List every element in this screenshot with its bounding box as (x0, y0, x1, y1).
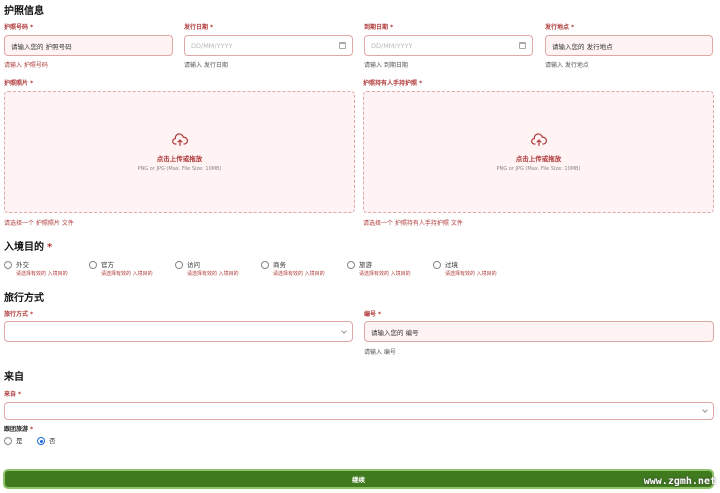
watermark: www.zgmh.net (643, 476, 716, 487)
purpose-option-transit[interactable]: 过境 请选择有效的 入境目的 (433, 259, 497, 277)
from-label: 来自 * (4, 391, 22, 398)
purpose-option-diplomatic[interactable]: 外交 请选择有效的 入境目的 (4, 259, 68, 277)
continue-button[interactable]: 继续 (3, 469, 714, 489)
travel-number-hint: 请输入 编号 (364, 349, 396, 356)
group-tour-no[interactable]: 否 (37, 435, 56, 447)
issue-place-input[interactable]: 请输入您的 发行地点 (545, 35, 713, 56)
expiry-date-hint: 请输入 到期日期 (364, 62, 408, 69)
issue-place-label: 发行地点 * (545, 24, 575, 31)
issue-place-hint: 请输入 发行地点 (545, 62, 589, 69)
passport-number-input[interactable]: 请输入您的 护照号码 (4, 35, 173, 56)
radio-button[interactable] (175, 261, 183, 269)
issue-date-hint: 请输入 发行日期 (184, 62, 228, 69)
group-tour-label: 跟团旅游 * (4, 426, 34, 433)
origin-section-title: 来自 (4, 372, 24, 383)
purpose-option-visit[interactable]: 访问 请选择有效的 入境目的 (175, 259, 239, 277)
passport-photo-dropzone[interactable]: 点击上传或拖放 PNG or JPG (Max. File Size: 10MB… (4, 91, 355, 213)
travel-mode-label: 旅行方式 * (4, 311, 34, 318)
holder-photo-label: 护照持有人手持护照 * (363, 80, 423, 87)
issue-date-label: 发行日期 * (184, 24, 214, 31)
passport-photo-hint: 请选择一个 护照照片 文件 (4, 220, 74, 227)
travel-section-title: 旅行方式 (4, 293, 44, 304)
purpose-section-title: 入境目的 * (4, 242, 53, 253)
holder-photo-dropzone[interactable]: 点击上传或拖放 PNG or JPG (Max. File Size: 10MB… (363, 91, 714, 213)
radio-button[interactable] (261, 261, 269, 269)
purpose-option-official[interactable]: 官方 请选择有效的 入境目的 (89, 259, 153, 277)
cloud-upload-icon (530, 132, 547, 146)
radio-button[interactable] (89, 261, 97, 269)
radio-button-checked[interactable] (37, 437, 45, 445)
purpose-option-tourism[interactable]: 旅游 请选择有效的 入境目的 (347, 259, 411, 277)
upload-text: 点击上传或拖放 (515, 154, 562, 163)
group-tour-yes[interactable]: 是 (4, 435, 23, 447)
chevron-down-icon[interactable] (341, 327, 347, 334)
issue-date-input[interactable]: DD/MM/YYYY (184, 35, 353, 56)
travel-number-input[interactable]: 请输入您的 编号 (364, 321, 714, 342)
calendar-icon[interactable] (339, 42, 346, 49)
cloud-upload-icon (171, 132, 188, 146)
radio-button[interactable] (347, 261, 355, 269)
radio-button[interactable] (433, 261, 441, 269)
travel-number-label: 编号 * (364, 311, 382, 318)
passport-number-label: 护照号码 * (4, 24, 34, 31)
upload-text: 点击上传或拖放 (156, 154, 203, 163)
purpose-option-business[interactable]: 商务 请选择有效的 入境目的 (261, 259, 325, 277)
travel-mode-select[interactable] (4, 321, 353, 342)
upload-subtext: PNG or JPG (Max. File Size: 10MB) (137, 165, 222, 172)
upload-subtext: PNG or JPG (Max. File Size: 10MB) (496, 165, 581, 172)
calendar-icon[interactable] (519, 42, 526, 49)
expiry-date-input[interactable]: DD/MM/YYYY (364, 35, 533, 56)
passport-number-hint: 请输入 护照号码 (4, 62, 48, 69)
expiry-date-label: 到期日期 * (364, 24, 394, 31)
from-select[interactable] (4, 402, 714, 420)
radio-button[interactable] (4, 261, 12, 269)
radio-button[interactable] (4, 437, 12, 445)
passport-photo-label: 护照照片 * (4, 80, 34, 87)
holder-photo-hint: 请选择一个 护照持有人手持护照 文件 (363, 220, 463, 227)
chevron-down-icon[interactable] (702, 407, 708, 413)
passport-section-title: 护照信息 (4, 6, 44, 17)
